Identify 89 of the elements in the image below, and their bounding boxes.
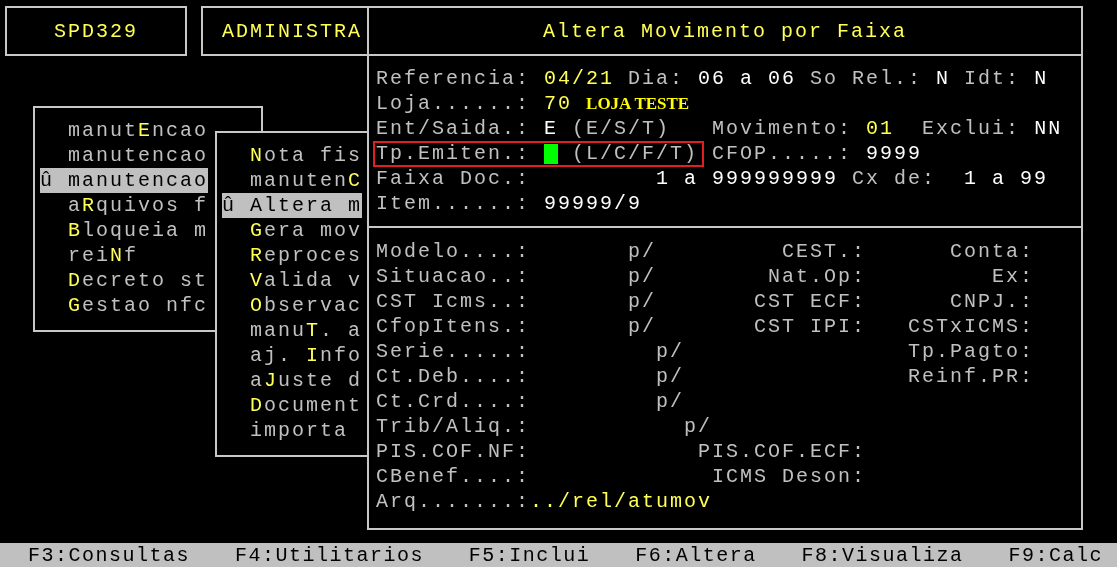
field-label: CST IPI: [754,314,866,339]
field-label: Idt: [964,66,1021,91]
field-label: ICMS Deson: [711,464,866,489]
field-label: Nat.Op: [768,264,866,289]
field-label: Cx de: [852,166,937,191]
field-value: N [936,66,951,91]
field-label: (E/S/T) [572,116,671,141]
field-label: CST Icms..: [376,289,531,314]
field-label: Reinf.PR: [907,364,1034,389]
field-label: CBenef....: [376,464,531,489]
field-label: Tp.Pagto: [907,339,1034,364]
menu-item[interactable]: manutEncao [40,118,209,143]
field-label: CSTxICMS: [907,314,1034,339]
field-label: Arq.......: [376,489,531,514]
field-label: Referencia: [376,66,531,91]
menu-item[interactable]: manutenC [222,168,363,193]
field-label: Loja......: [376,91,531,116]
field-label: So Rel.: [810,66,923,91]
field-value: N [1034,66,1049,91]
field-label: Modelo....: [376,239,531,264]
field-value: E [544,116,559,141]
field-value: 01 [866,116,895,141]
store-name: LOJA TESTE [586,93,690,115]
field-label: Conta: [950,239,1034,264]
field-label: Tp.Emiten.: [376,141,531,166]
menu-item[interactable]: Reproces [222,243,363,268]
field-value: 70 [544,91,573,116]
field-label: Dia: [628,66,685,91]
field-value: 99999/9 [544,191,643,216]
function-key[interactable]: F6:Altera [635,542,757,567]
field-value: 9999 [866,141,923,166]
field-label: Faixa Doc.: [376,166,531,191]
field-label: PIS.COF.NF: [376,439,531,464]
field-label: Ct.Crd....: [376,389,531,414]
field-value: 04/21 [544,66,615,91]
field-label: CFOP.....: [712,141,853,166]
menu-item[interactable]: Nota fis [222,143,363,168]
menu-item[interactable]: Decreto st [40,268,209,293]
menu-item[interactable]: aJuste d [222,368,363,393]
menu-item[interactable]: û Altera m [222,193,362,218]
function-key[interactable]: F8:Visualiza [801,542,964,567]
field-label: Movimento: [712,116,853,141]
field-label: Ent/Saida.: [376,116,531,141]
range-separator: p/ [628,314,657,339]
program-code-box: SPD329 [5,6,187,56]
field-value: NN [1034,116,1063,141]
field-label: CNPJ.: [950,289,1034,314]
field-label: CEST.: [782,239,866,264]
range-separator: p/ [684,414,713,439]
field-value: 06 a 06 [698,66,797,91]
function-key[interactable]: F5:Inclui [468,542,591,567]
field-label: Exclui: [922,116,1021,141]
field-label: (L/C/F/T) [572,141,699,166]
menu-item[interactable]: reiNf [40,243,139,268]
dialog-title: Altera Movimento por Faixa [369,8,1081,56]
field-value: ../rel/atumov [530,489,713,514]
input-field[interactable] [544,143,559,164]
function-key[interactable]: F4:Utilitarios [234,542,424,567]
field-label: Trib/Aliq.: [376,414,531,439]
field-value: 1 a 99 [964,166,1049,191]
menu-item[interactable]: Valida v [222,268,363,293]
menu-item[interactable]: aj. Info [222,343,363,368]
menu-item[interactable]: manutencao [40,143,209,168]
menu-item[interactable]: aRquivos f [40,193,209,218]
menu-item[interactable]: Document [222,393,363,418]
menu-item[interactable]: û manutencao [40,168,209,193]
field-label: Ex: [992,264,1034,289]
field-label: Serie.....: [376,339,531,364]
field-value: 1 a 999999999 [656,166,839,191]
field-label: Situacao..: [376,264,531,289]
range-separator: p/ [656,389,685,414]
field-label: Item......: [376,191,531,216]
range-separator: p/ [656,339,685,364]
field-label: PIS.COF.ECF: [697,439,866,464]
menu-item[interactable]: Gestao nfc [40,293,209,318]
menu-item[interactable]: Gera mov [222,218,363,243]
function-key[interactable]: F3:Consultas [28,542,191,567]
menu-item[interactable]: importa [222,418,348,443]
function-key[interactable]: F9:Calc [1008,542,1103,567]
range-separator: p/ [628,264,657,289]
menu-item[interactable]: Bloqueia m [40,218,209,243]
range-separator: p/ [628,239,657,264]
menu-item[interactable]: manuT. a [222,318,363,343]
menu-item[interactable]: Observac [222,293,363,318]
field-label: CST ECF: [754,289,866,314]
field-label: CfopItens.: [376,314,531,339]
range-separator: p/ [656,364,685,389]
range-separator: p/ [628,289,657,314]
field-label: Ct.Deb....: [376,364,531,389]
